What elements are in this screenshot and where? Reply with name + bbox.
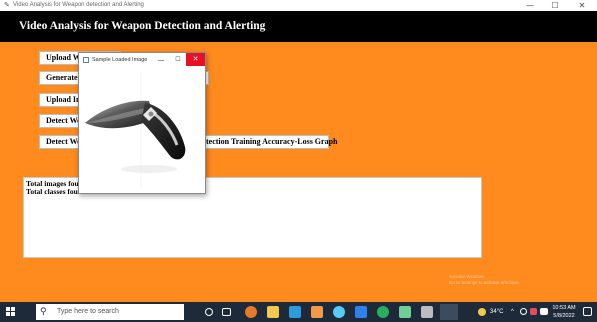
active-python-app-icon[interactable] xyxy=(440,304,458,320)
search-icon: ⚲ xyxy=(40,307,47,317)
app-icon-terminal[interactable] xyxy=(399,306,411,318)
mail-icon[interactable] xyxy=(355,306,367,318)
weather-temperature: 34°C xyxy=(490,309,504,315)
volume-icon[interactable] xyxy=(540,308,548,315)
total-classes-line: Total classes four xyxy=(26,187,82,196)
clock-date: 5/8/2022 xyxy=(553,313,575,319)
app-heading: Video Analysis for Weapon Detection and … xyxy=(19,20,266,32)
popup-title-bar[interactable]: Sample Loaded Image — ☐ ✕ xyxy=(79,53,205,67)
cortana-icon[interactable] xyxy=(205,308,213,316)
taskbar: ⚲ Type here to search 34°C ^ 10:53 AM 5/… xyxy=(0,302,597,322)
firefox-icon[interactable] xyxy=(245,306,257,318)
window-minimize-button[interactable]: — xyxy=(521,0,539,11)
popup-title: Sample Loaded Image xyxy=(92,57,148,63)
window-close-button[interactable]: ✕ xyxy=(573,0,591,11)
tray-chevron-icon[interactable]: ^ xyxy=(511,307,514,317)
window-maximize-button[interactable]: ☐ xyxy=(546,0,564,11)
photos-icon[interactable] xyxy=(311,306,323,318)
popup-minimize-button[interactable]: — xyxy=(155,54,167,66)
activate-windows-subtitle: Go to Settings to activate Windows. xyxy=(449,280,521,285)
file-explorer-icon[interactable] xyxy=(267,306,279,318)
window-title: Video Analysis for Weapon detection and … xyxy=(13,2,144,8)
search-placeholder: Type here to search xyxy=(57,308,119,315)
graph-button-label-suffix: tection Training Accuracy-Loss Graph xyxy=(206,137,338,146)
popup-close-button[interactable]: ✕ xyxy=(186,53,205,66)
chrome-icon[interactable] xyxy=(333,306,345,318)
popup-app-icon xyxy=(83,57,89,63)
sample-knife-image xyxy=(79,67,205,193)
popup-maximize-button[interactable]: ☐ xyxy=(172,54,184,66)
weather-icon xyxy=(478,308,486,316)
detect-weapon-graph-button-label: Detect We xyxy=(46,137,81,146)
notifications-icon[interactable] xyxy=(583,307,592,316)
clock-time: 10:53 AM xyxy=(552,305,576,311)
antivirus-tray-icon[interactable] xyxy=(530,308,537,315)
app-icon-window[interactable] xyxy=(421,306,433,318)
task-view-icon[interactable] xyxy=(222,308,231,316)
activate-windows-watermark: Activate Windows Go to Settings to activ… xyxy=(449,274,559,286)
taskbar-clock[interactable]: 10:53 AM 5/8/2022 xyxy=(551,304,577,320)
window-title-bar: ✎ Video Analysis for Weapon detection an… xyxy=(0,0,597,11)
app-icon-green[interactable] xyxy=(377,306,389,318)
windows-start-icon[interactable] xyxy=(6,307,16,317)
search-app-icon[interactable] xyxy=(289,306,301,318)
app-icon: ✎ xyxy=(4,1,10,9)
sample-image-window[interactable]: Sample Loaded Image — ☐ ✕ xyxy=(78,52,206,194)
network-icon[interactable] xyxy=(520,308,527,315)
taskbar-search-box[interactable]: ⚲ Type here to search xyxy=(36,304,184,320)
app-header: Video Analysis for Weapon Detection and … xyxy=(0,11,597,42)
